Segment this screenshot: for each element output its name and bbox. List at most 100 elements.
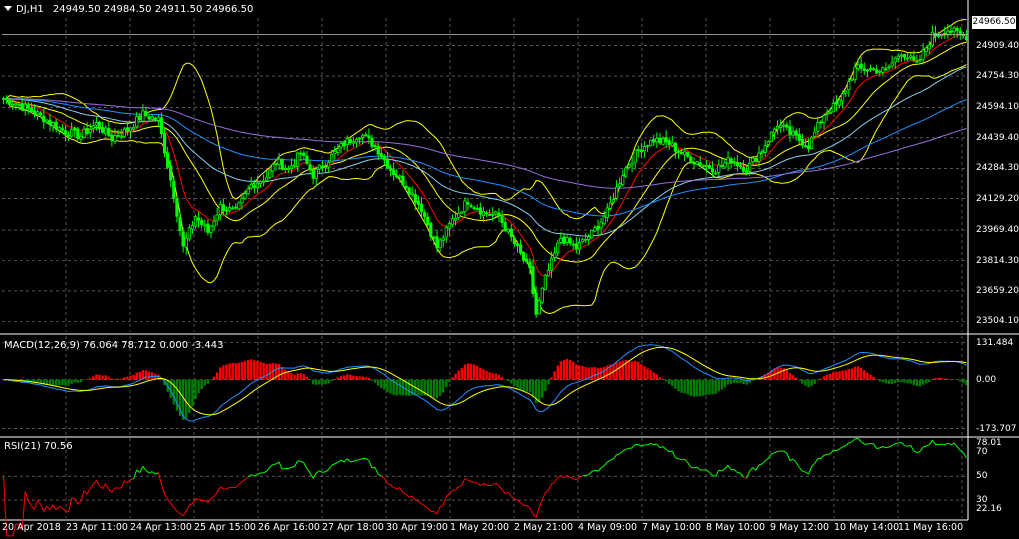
triangle-down-icon[interactable]: [4, 6, 12, 11]
candle-body: [841, 93, 845, 102]
macd-histogram-bar: [308, 379, 312, 381]
rsi-segment: [535, 507, 540, 518]
candle-body: [531, 266, 535, 294]
macd-histogram-bar: [788, 373, 792, 380]
rsi-segment: [334, 461, 339, 465]
candle-body: [559, 237, 563, 243]
macd-histogram-bar: [658, 377, 662, 380]
macd-histogram-bar: [129, 375, 132, 380]
macd-histogram-bar: [856, 366, 860, 380]
macd-histogram-bar: [779, 367, 782, 380]
candle-body: [11, 103, 15, 106]
macd-histogram-bar: [222, 365, 225, 380]
rsi-segment: [272, 463, 277, 465]
candle-body: [769, 131, 773, 142]
candle-body: [664, 137, 668, 143]
candle-body: [642, 146, 647, 152]
macd-histogram-bar: [476, 365, 479, 380]
rsi-segment: [396, 487, 401, 490]
candle-body: [875, 69, 879, 74]
candle-body: [745, 170, 749, 173]
candle-body: [816, 122, 820, 132]
candle-body: [323, 166, 328, 169]
macd-histogram-bar: [132, 375, 135, 380]
macd-histogram-bar: [147, 371, 151, 380]
rsi-segment: [489, 484, 493, 487]
macd-histogram-bar: [785, 369, 789, 380]
macd-histogram-bar: [85, 379, 89, 381]
candle-body: [392, 169, 396, 176]
macd-histogram-bar: [875, 379, 878, 381]
macd-histogram-bar: [829, 373, 832, 380]
candle-body: [577, 242, 582, 250]
rsi-segment: [325, 469, 329, 473]
rsi-segment: [62, 507, 66, 512]
candle-body: [159, 117, 164, 135]
macd-histogram-bar: [565, 358, 569, 380]
macd-histogram-bar: [70, 379, 73, 384]
candle-body: [512, 237, 517, 245]
candle-body: [51, 122, 55, 127]
macd-histogram-bar: [937, 377, 940, 380]
candle-body: [42, 115, 46, 123]
rsi-segment: [901, 442, 905, 446]
macd-histogram-bar: [367, 378, 371, 380]
macd-histogram-bar: [126, 376, 129, 380]
rsi-segment: [551, 481, 555, 485]
candle-body: [141, 110, 145, 122]
rsi-segment: [836, 448, 840, 451]
rsi-segment: [204, 500, 209, 503]
candle-body: [469, 205, 473, 208]
chart-root[interactable]: DJ,H1 24949.50 24984.50 24911.50 24966.5…: [0, 0, 1019, 539]
rsi-segment: [848, 441, 853, 444]
candle-body: [649, 139, 653, 146]
macd-histogram-bar: [859, 367, 863, 380]
macd-histogram-bar: [116, 378, 120, 380]
chart-canvas[interactable]: [0, 0, 1019, 539]
candle-body: [695, 161, 699, 165]
rsi-segment: [433, 511, 438, 515]
macd-histogram-bar: [931, 378, 934, 380]
rsi-segment: [860, 441, 865, 445]
macd-histogram-bar: [884, 379, 888, 384]
rsi-segment: [740, 472, 744, 478]
candle-body: [658, 137, 662, 144]
macd-histogram-bar: [733, 379, 736, 383]
macd-histogram-bar: [175, 379, 179, 411]
symbol-header[interactable]: DJ,H1 24949.50 24984.50 24911.50 24966.5…: [4, 4, 253, 16]
macd-histogram-bar: [454, 373, 457, 380]
rsi-segment: [288, 466, 292, 469]
macd-histogram-bar: [794, 377, 798, 380]
macd-histogram-bar: [376, 379, 380, 386]
x-tick-label: 24 Apr 13:00: [130, 522, 192, 533]
rsi-segment: [746, 470, 751, 479]
macd-histogram-bar: [544, 379, 547, 391]
macd-histogram-bar: [256, 360, 259, 380]
candle-body: [5, 98, 9, 101]
candle-body: [48, 119, 52, 125]
rsi-segment: [576, 476, 580, 481]
candle-body: [627, 164, 631, 168]
rsi-segment: [219, 486, 224, 490]
candle-body: [128, 127, 133, 132]
rsi-segment: [49, 504, 54, 511]
macd-histogram-bar: [705, 379, 708, 395]
macd-histogram-bar: [832, 372, 835, 380]
macd-histogram-bar: [946, 378, 950, 380]
macd-histogram-bar: [522, 379, 525, 392]
rsi-segment: [455, 486, 460, 491]
rsi-segment: [882, 446, 887, 449]
rsi-segment: [160, 483, 166, 495]
macd-histogram-bar: [822, 376, 826, 380]
macd-histogram-bar: [621, 360, 624, 380]
candle-body: [918, 59, 922, 62]
macd-histogram-bar: [209, 379, 213, 381]
candle-body: [720, 165, 724, 167]
rsi-segment: [520, 502, 525, 506]
rsi-segment: [374, 467, 379, 475]
macd-histogram-bar: [723, 379, 727, 388]
candle-body: [481, 211, 486, 216]
rsi-segment: [27, 500, 32, 507]
rsi-segment: [814, 458, 819, 464]
macd-histogram-bar: [398, 379, 402, 395]
